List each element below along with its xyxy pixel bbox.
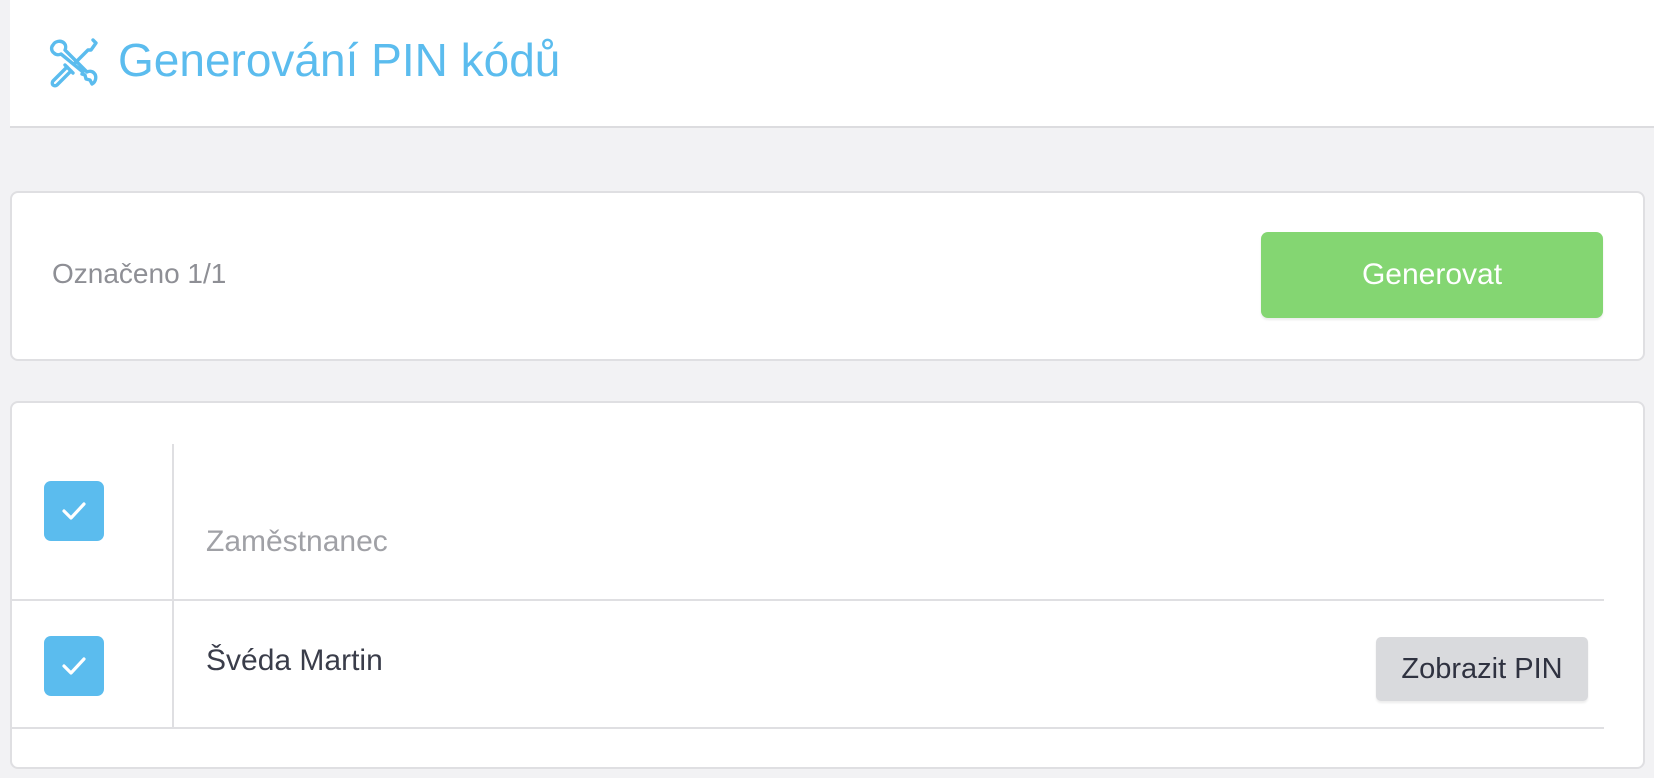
generate-button[interactable]: Generovat (1261, 232, 1603, 318)
column-divider (172, 599, 174, 727)
actions-card: Označeno 1/1 Generovat (10, 191, 1645, 361)
selected-count: Označeno 1/1 (52, 258, 227, 289)
table-header-row: Zaměstnanec (12, 444, 1604, 601)
page-title: Generování PIN kódů (118, 34, 561, 86)
tools-icon (49, 38, 98, 88)
check-icon (62, 657, 86, 675)
check-icon (62, 502, 86, 520)
show-pin-button[interactable]: Zobrazit PIN (1376, 637, 1588, 701)
column-header-employee: Zaměstnanec (206, 525, 388, 558)
employee-table: Zaměstnanec Švéda Martin Zobrazit PIN (10, 401, 1645, 769)
row-checkbox[interactable] (44, 636, 104, 696)
column-divider (172, 444, 174, 599)
table-row: Švéda Martin Zobrazit PIN (12, 599, 1604, 729)
page-header: Generování PIN kódů (10, 0, 1654, 128)
employee-name: Švéda Martin (206, 644, 383, 677)
select-all-checkbox[interactable] (44, 481, 104, 541)
